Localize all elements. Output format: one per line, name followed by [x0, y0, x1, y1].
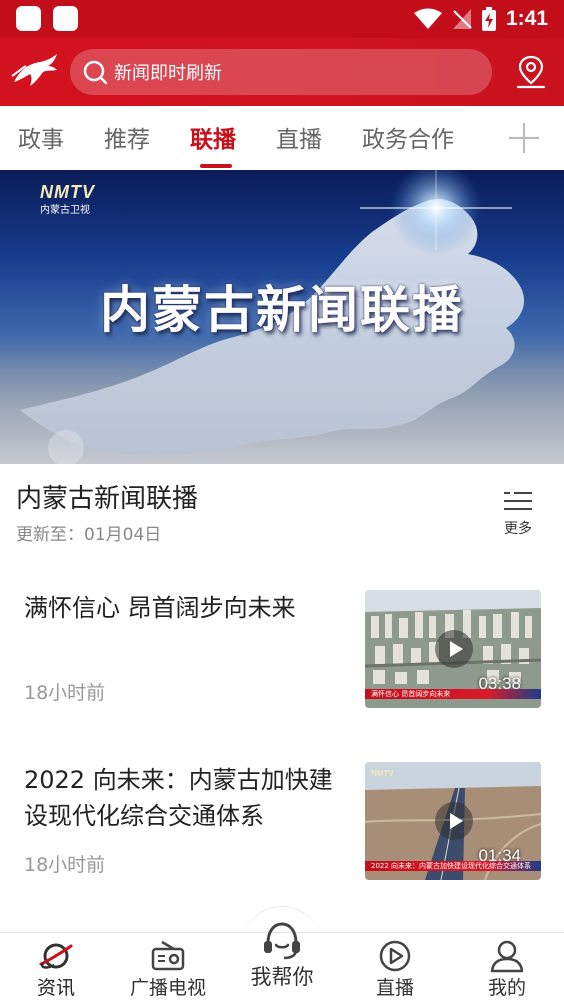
svg-text:NMTV: NMTV: [371, 769, 394, 778]
nmtv-logo: NMTV 内蒙古卫视: [40, 182, 95, 216]
tab-recommend[interactable]: 推荐: [104, 120, 150, 154]
news-title: 满怀信心 昂首阔步向未来: [24, 594, 296, 622]
bottom-nav: 资讯 广播电视 我帮你 直播 我的: [0, 922, 564, 1003]
news-title: 2022 向未来：内蒙古加快建设现代化综合交通体系: [24, 766, 333, 830]
horse-logo-icon[interactable]: [10, 52, 60, 92]
location-icon[interactable]: [516, 55, 546, 89]
play-circle-icon: [379, 940, 411, 972]
planet-icon: [39, 943, 73, 969]
clock: 1:41: [505, 7, 548, 30]
notification-icon: [53, 6, 78, 31]
news-item[interactable]: 2022 向未来：内蒙古加快建设现代化综合交通体系 18小时前 NMTV 01:…: [0, 762, 564, 912]
banner-title: 内蒙古新闻联播: [100, 281, 464, 339]
headset-icon: [264, 922, 300, 960]
program-banner[interactable]: NMTV 内蒙古卫视 内蒙古新闻联播: [0, 170, 564, 464]
video-caption: 2022 向未来：内蒙古加快建设现代化综合交通体系: [365, 861, 541, 871]
news-thumbnail[interactable]: NMTV 01:34 2022 向未来：内蒙古加快建设现代化综合交通体系: [365, 762, 541, 880]
active-tab-indicator: [200, 164, 232, 168]
nav-label: 广播电视: [129, 977, 206, 999]
nav-item-news[interactable]: 资讯: [6, 933, 106, 1003]
tab-live[interactable]: 直播: [276, 120, 322, 154]
nav-label: 我帮你: [250, 965, 314, 989]
news-item[interactable]: 满怀信心 昂首阔步向未来 18小时前 03:38 满怀信心 昂首阔步向未来: [0, 590, 564, 740]
battery-charging-icon: [481, 7, 496, 31]
tab-politics[interactable]: 政事: [18, 120, 64, 154]
search-icon: [83, 60, 108, 85]
nav-item-help[interactable]: 我帮你: [232, 913, 332, 989]
more-label: 更多: [504, 521, 532, 537]
program-title: 内蒙古新闻联播: [16, 484, 199, 514]
search-placeholder: 新闻即时刷新: [114, 63, 222, 84]
video-caption: 满怀信心 昂首阔步向未来: [365, 689, 541, 699]
search-bar[interactable]: 新闻即时刷新: [70, 49, 492, 95]
news-time: 18小时前: [24, 682, 106, 704]
notification-icon: [16, 6, 41, 31]
channel-tabs: 政事 推荐 联播 直播 政务合作: [0, 106, 564, 170]
nav-label: 直播: [375, 977, 414, 999]
tab-government-cooperation[interactable]: 政务合作: [362, 120, 454, 154]
nav-label: 资讯: [36, 977, 75, 999]
add-channel-icon[interactable]: [506, 120, 542, 156]
wifi-icon: [413, 8, 442, 29]
nav-item-live[interactable]: 直播: [345, 933, 445, 1003]
nav-item-mine[interactable]: 我的: [457, 933, 557, 1003]
list-icon: [504, 492, 532, 510]
radio-icon: [151, 940, 185, 971]
nav-item-radio-tv[interactable]: 广播电视: [118, 933, 218, 1003]
tab-broadcast[interactable]: 联播: [190, 120, 236, 154]
program-update-date: 更新至：01月04日: [16, 525, 162, 545]
news-thumbnail[interactable]: 03:38 满怀信心 昂首阔步向未来: [365, 590, 541, 708]
user-icon: [490, 940, 524, 973]
status-bar: 1:41: [0, 0, 564, 38]
play-icon[interactable]: [435, 630, 473, 668]
more-button[interactable]: 更多: [496, 490, 540, 537]
nav-label: 我的: [487, 977, 526, 999]
signal-off-icon: [452, 9, 472, 29]
news-time: 18小时前: [24, 854, 106, 876]
play-icon[interactable]: [435, 802, 473, 840]
app-header: 新闻即时刷新: [0, 38, 564, 106]
